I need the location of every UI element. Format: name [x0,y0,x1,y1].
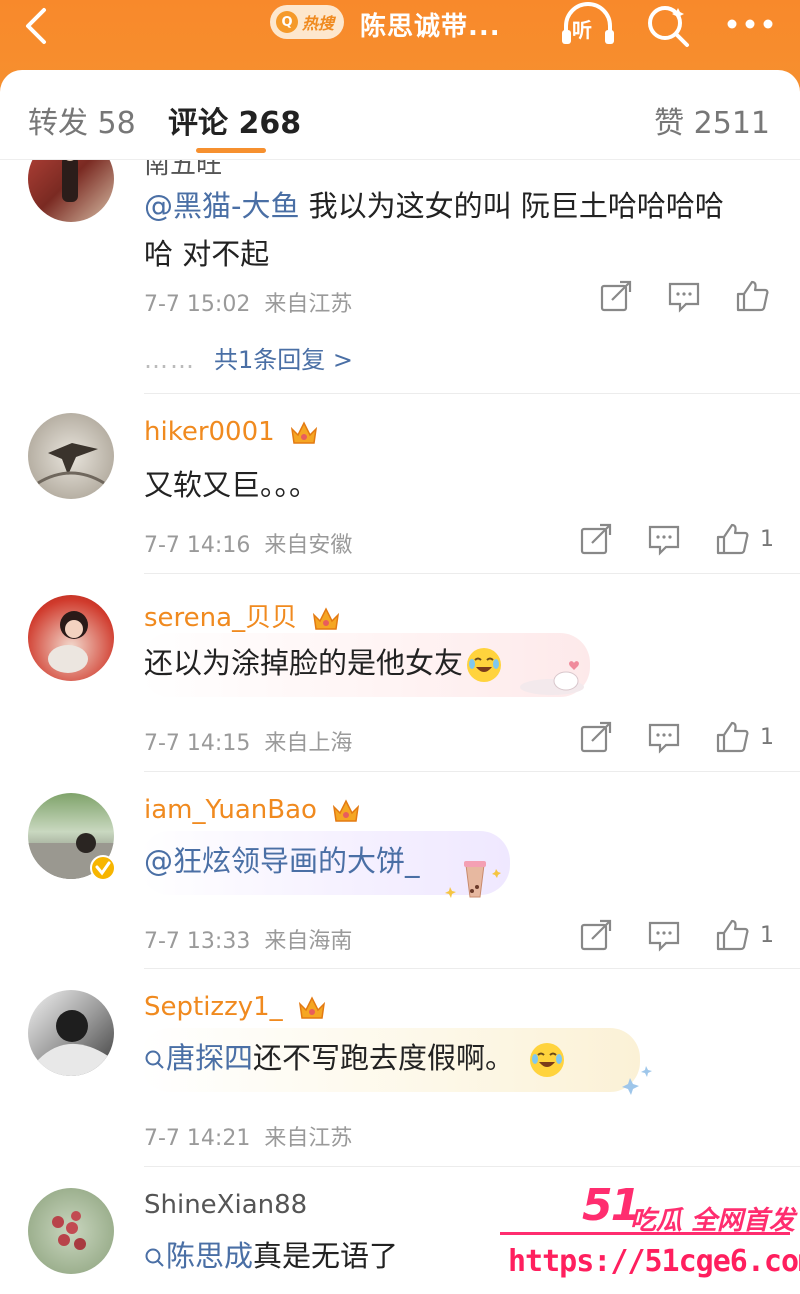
avatar[interactable] [28,990,114,1076]
comment-location: 来自海南 [264,929,353,954]
share-icon[interactable] [578,521,614,557]
like-icon[interactable] [714,917,750,953]
like-count: 1 [760,922,774,948]
comment-text: 唐探四还不写跑去度假啊。 [144,1034,565,1082]
search-icon [648,6,689,47]
share-icon[interactable] [578,719,614,755]
comment-location: 来自江苏 [264,292,353,317]
comment-text: @黑猫-大鱼 我以为这女的叫 阮巨土哈哈哈哈 [144,189,724,223]
topic-link[interactable]: 唐探四 [144,1041,253,1075]
tab-comments[interactable]: 评论 268 [168,98,301,142]
search-small-icon [145,1248,164,1267]
avatar[interactable] [28,160,114,222]
sparkle-sticker-icon [622,1066,652,1095]
comment-username[interactable]: iam_YuanBao [144,795,361,825]
crown-badge-icon [298,995,325,1019]
listen-button[interactable]: 听 [558,2,618,48]
comment-time: 7-7 14:15 [144,731,251,756]
back-button[interactable] [18,6,58,46]
verified-badge-icon [90,855,116,881]
comment-username[interactable]: hiker0001 [144,417,319,447]
active-tab-indicator [196,148,266,153]
comment-item: iam_YuanBao @狂炫领导画的大饼_ 7-7 13:33 来自海南 1 [0,773,800,970]
comment-icon[interactable] [646,917,682,953]
crown-badge-icon [313,606,340,630]
like-count: 1 [760,526,774,552]
like-icon[interactable] [714,719,750,755]
divider [144,1166,800,1167]
divider [144,393,800,394]
topic-link[interactable]: 陈思成 [144,1239,253,1273]
comment-meta: 7-7 13:33 来自海南 [144,923,352,955]
page-title[interactable]: 陈思诚带... [360,6,501,43]
comment-actions: 1 [578,917,774,953]
avatar[interactable] [28,413,114,499]
bubble-tea-sticker-icon [445,861,501,898]
comment-text: @狂炫领导画的大饼_ [144,837,420,885]
comment-meta: 7-7 14:16 来自安徽 [144,527,352,559]
share-icon[interactable] [598,278,634,314]
like-icon[interactable] [714,521,750,557]
comment-text: 陈思成真是无语了 [144,1232,398,1280]
comment-icon[interactable] [646,521,682,557]
comment-text: 又软又巨。。。 [144,468,319,502]
crown-badge-icon [290,420,318,444]
comment-username[interactable]: Septizzy1_ [144,992,327,1022]
watermark-line [500,1232,790,1235]
comment-actions: 1 [578,521,774,557]
laugh-cry-emoji-icon [467,648,502,682]
comment-actions [598,278,770,314]
tab-bar: 转发 58 评论 268 赞 2511 [0,70,800,160]
comment-text-line2: 哈 对不起 [144,237,270,271]
more-dots-icon [727,19,773,29]
like-count: 1 [760,724,774,750]
divider [144,771,800,772]
divider [144,968,800,969]
cat-sticker-icon [520,661,584,695]
comment-location: 来自上海 [264,731,353,756]
comment-location: 来自安徽 [264,533,353,558]
listen-label: 听 [572,18,592,42]
comment-time: 7-7 14:16 [144,533,251,558]
comment-item: 南五旺 @黑猫-大鱼 我以为这女的叫 阮巨土哈哈哈哈 哈 对不起 7-7 15:… [0,160,800,395]
divider [144,573,800,574]
chevron-left-icon [26,8,46,44]
comment-item: Septizzy1_ 唐探四还不写跑去度假啊。 7-7 14:21 来自江苏 [0,970,800,1168]
comment-username[interactable]: 南五旺 [144,160,222,181]
share-icon[interactable] [578,917,614,953]
comment-item: serena_贝贝 还以为涂掉脸的是他女友 7-7 14:15 来自上海 1 [0,575,800,773]
comment-time: 7-7 13:33 [144,929,251,954]
comment-text: 还以为涂掉脸的是他女友 [144,639,502,687]
comment-icon[interactable] [666,278,702,314]
comment-username[interactable]: serena_贝贝 [144,597,341,634]
hot-badge-label: 热搜 [302,14,335,33]
comment-meta: 7-7 14:21 来自江苏 [144,1120,352,1152]
crown-badge-icon [333,798,360,822]
more-options-button[interactable] [722,6,778,42]
tab-likes[interactable]: 赞 2511 [654,98,770,142]
tab-forward[interactable]: 转发 58 [28,98,136,142]
search-small-icon [145,1050,164,1069]
comment-actions: 1 [578,719,774,755]
comment-time: 7-7 14:21 [144,1126,251,1151]
view-replies-link[interactable]: …… 共1条回复 > [144,340,353,375]
comment-meta: 7-7 15:02 来自江苏 [144,286,352,318]
mention-link[interactable]: @黑猫-大鱼 [144,189,299,223]
comment-time: 7-7 15:02 [144,292,251,317]
avatar[interactable] [28,595,114,681]
comment-meta: 7-7 14:15 来自上海 [144,725,352,757]
comment-icon[interactable] [646,719,682,755]
like-icon[interactable] [734,278,770,314]
laugh-cry-emoji-icon [530,1043,565,1077]
avatar[interactable] [28,1188,114,1274]
comment-username[interactable]: ShineXian88 [144,1190,307,1220]
hot-search-badge[interactable]: Q 热搜 [270,5,345,39]
mention-link[interactable]: @狂炫领导画的大饼_ [144,844,420,878]
search-button[interactable] [644,2,692,50]
search-small-icon: Q [276,11,298,33]
comment-item: hiker0001 又软又巨。。。 7-7 14:16 来自安徽 1 [0,395,800,575]
watermark-url: https://51cge6.com [508,1244,800,1279]
comment-location: 来自江苏 [264,1126,353,1151]
